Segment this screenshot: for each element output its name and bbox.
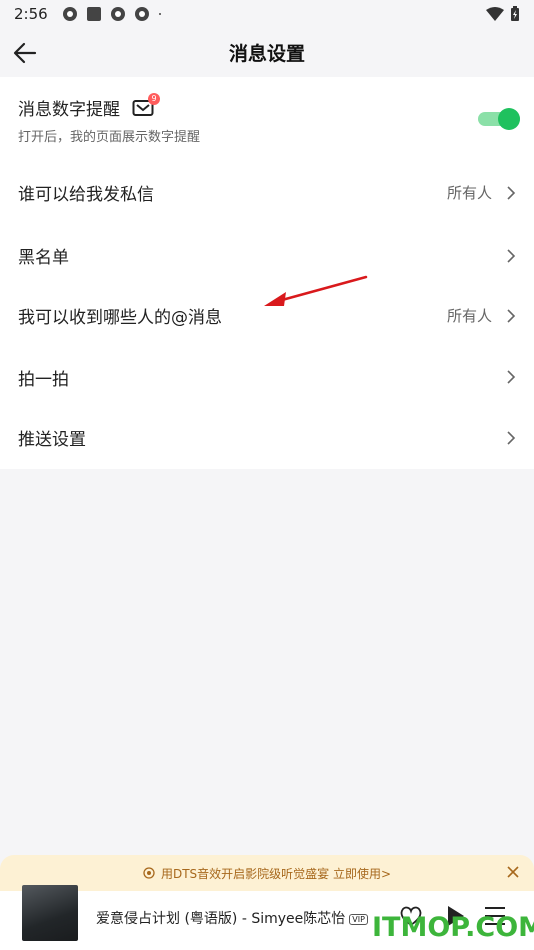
album-cover[interactable]: [22, 885, 78, 941]
app-square-icon: [86, 7, 101, 21]
toggle-knob: [498, 108, 520, 130]
setting-message-badge: 消息数字提醒 9 打开后，我的页面展示数字提醒: [0, 77, 534, 157]
app-notification-icon: [110, 7, 125, 21]
chevron-right-icon: [507, 308, 516, 323]
setting-row-push[interactable]: 推送设置: [0, 406, 534, 469]
status-time: 2:56: [14, 5, 48, 23]
chevron-right-icon: [507, 370, 516, 384]
setting-description: 打开后，我的页面展示数字提醒: [18, 130, 201, 145]
close-icon[interactable]: [506, 865, 520, 879]
chevron-right-icon: [507, 430, 516, 445]
chevron-right-icon: [507, 185, 516, 200]
setting-label: 谁可以给我发私信: [18, 185, 154, 205]
annotation-arrow-icon: [264, 275, 368, 306]
setting-value: 所有人: [446, 184, 492, 202]
setting-label: 我可以收到哪些人的@消息: [18, 308, 222, 328]
setting-row-private-message[interactable]: 谁可以给我发私信 所有人: [0, 157, 534, 228]
setting-row-pat[interactable]: 拍一拍: [0, 348, 534, 406]
app-notification-icon: [134, 7, 149, 21]
banner-text: 用DTS音效开启影院级听觉盛宴 立即使用>: [160, 866, 392, 881]
status-bar: 2:56: [0, 0, 534, 28]
song-title: 爱意侵占计划 (粤语版) - Simyee陈芯怡: [96, 911, 346, 927]
dts-icon: [143, 867, 155, 879]
chevron-right-icon: [507, 248, 516, 263]
app-notification-icon: [62, 7, 77, 21]
badge-count: 9: [148, 92, 160, 105]
battery-icon: [511, 6, 519, 21]
back-arrow-icon[interactable]: [12, 40, 38, 66]
setting-label: 消息数字提醒: [18, 100, 120, 120]
song-info: 爱意侵占计划 (粤语版) - Simyee陈芯怡 VIP: [96, 908, 368, 928]
setting-label: 黑名单: [18, 248, 69, 268]
mail-icon: 9: [132, 92, 160, 117]
setting-label: 拍一拍: [18, 369, 69, 390]
more-dot-icon: [158, 13, 161, 15]
vip-badge: VIP: [349, 913, 368, 925]
setting-value: 所有人: [446, 307, 492, 325]
wifi-icon: [486, 7, 504, 21]
dts-promo-banner[interactable]: 用DTS音效开启影院级听觉盛宴 立即使用>: [0, 855, 534, 891]
header: 消息设置: [0, 28, 534, 76]
page-title: 消息设置: [228, 42, 305, 65]
status-right: [486, 6, 520, 22]
message-badge-toggle[interactable]: [478, 108, 520, 130]
setting-label: 推送设置: [18, 430, 86, 450]
watermark: ITMOP.COM: [372, 912, 534, 943]
